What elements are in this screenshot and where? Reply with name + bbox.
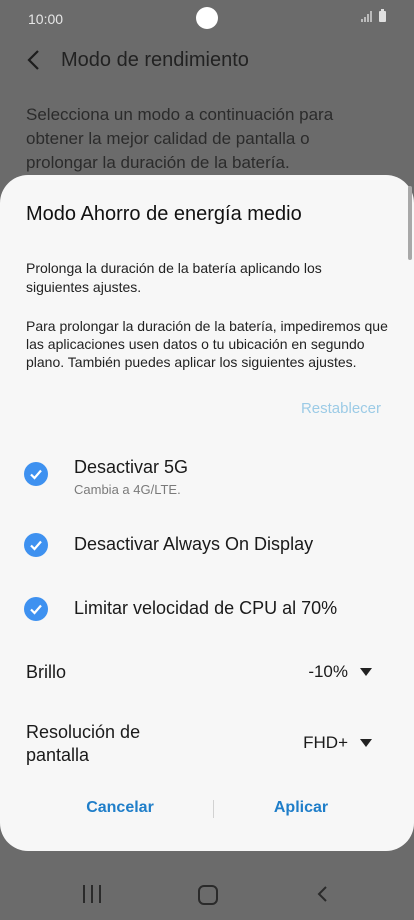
cancel-button[interactable]: Cancelar [82,799,158,817]
status-time: 10:00 [28,11,64,27]
brightness-value[interactable]: -10% [308,662,348,682]
app-header: Modo de rendimiento [0,40,414,80]
brightness-label: Brillo [26,662,67,682]
home-icon[interactable] [198,885,218,905]
power-saving-dialog: Modo Ahorro de energía medio Prolonga la… [0,175,414,851]
option-limit-cpu[interactable]: Limitar velocidad de CPU al 70% [24,597,390,627]
checkbox-checked-icon[interactable] [24,462,48,486]
dialog-title: Modo Ahorro de energía medio [26,203,302,225]
dropdown-arrow-icon[interactable] [360,739,372,747]
dialog-intro-text: Prolonga la duración de la batería aplic… [26,260,322,295]
option-label: Desactivar Always On Display [74,534,314,554]
status-icons [361,9,386,22]
nav-back-icon[interactable] [315,884,329,904]
brightness-setting[interactable]: Brillo -10% [26,661,382,691]
option-disable-aod[interactable]: Desactivar Always On Display [24,533,390,563]
resolution-setting[interactable]: Resolución de pantalla FHD+ [26,721,382,769]
option-disable-5g[interactable]: Desactivar 5G Cambia a 4G/LTE. [24,457,390,497]
dialog-detail-text: Para prolongar la duración de la batería… [26,318,388,370]
button-divider [213,800,214,818]
option-label: Limitar velocidad de CPU al 70% [74,598,338,618]
reset-button[interactable]: Restablecer [301,400,381,417]
dropdown-arrow-icon[interactable] [360,668,372,676]
signal-icon [361,11,372,22]
navigation-bar [0,862,414,920]
option-label: Desactivar 5G [74,457,189,477]
checkbox-checked-icon[interactable] [24,597,48,621]
camera-cutout [196,7,218,29]
status-bar: 10:00 [0,0,414,36]
apply-button[interactable]: Aplicar [266,799,336,817]
back-arrow-icon[interactable] [24,48,44,72]
scrollbar[interactable] [408,186,412,260]
option-sublabel: Cambia a 4G/LTE. [74,482,181,497]
background-description: Selecciona un modo a continuación para o… [26,105,334,172]
page-title: Modo de rendimiento [61,49,249,71]
resolution-label-line2: pantalla [26,745,90,765]
resolution-value[interactable]: FHD+ [303,733,348,753]
battery-icon [379,9,386,22]
resolution-label-line1: Resolución de [26,722,141,742]
checkbox-checked-icon[interactable] [24,533,48,557]
recents-icon[interactable] [83,885,101,903]
